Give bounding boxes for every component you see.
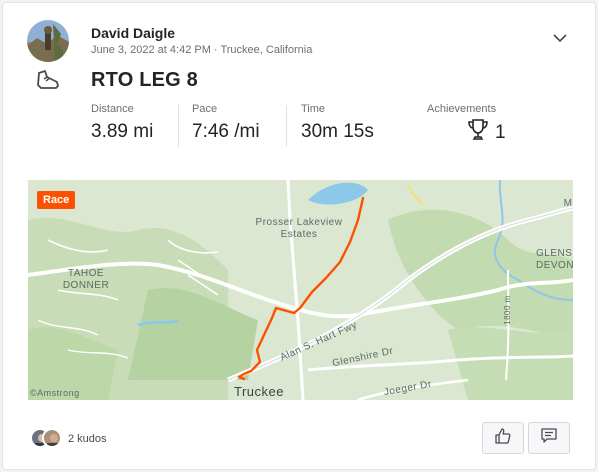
stat-pace: Pace 7:46 /mi [192,103,260,143]
activity-card: David Daigle June 3, 2022 at 4:42 PM · T… [2,2,596,470]
map-label-road-1800: 1800 m [503,295,512,325]
map-attribution[interactable]: ©Amstrong [30,387,90,399]
stat-divider [178,105,179,147]
stat-distance: Distance 3.89 mi [91,103,153,143]
stat-pace-value: 7:46 /mi [192,121,260,142]
running-shoe-icon [35,69,61,93]
chevron-down-icon[interactable] [551,29,569,47]
route-map[interactable]: Race Prosser Lakeview Estates TAHOE DONN… [28,180,573,400]
map-label-prosser: Prosser Lakeview Estates [255,217,343,240]
stat-time-label: Time [301,103,326,115]
trophy-icon [467,118,489,148]
kudo-avatar [42,428,62,448]
stat-achievements: Achievements 1 [427,103,506,148]
stat-achievements-label: Achievements [427,103,497,115]
map-label-glenshire: GLENSHIRE DEVON [536,248,573,271]
stat-pace-label: Pace [192,103,218,115]
athlete-name[interactable]: David Daigle [91,25,175,41]
stat-distance-value: 3.89 mi [91,121,154,142]
map-label-tahoe-donner: TAHOE DONNER [62,268,110,291]
achievements-value-row[interactable]: 1 [427,118,506,148]
stat-distance-label: Distance [91,103,134,115]
activity-timestamp-location: June 3, 2022 at 4:42 PM · Truckee, Calif… [91,44,313,56]
athlete-avatar[interactable] [27,20,69,62]
kudos-count[interactable]: 2 kudos [68,433,107,445]
stat-time: Time 30m 15s [301,103,374,143]
race-badge: Race [37,191,76,209]
stat-time-value: 30m 15s [301,121,374,142]
map-label-right-edge: M [563,198,573,209]
comment-icon [540,427,558,450]
thumbs-up-icon [494,427,512,450]
give-kudos-button[interactable] [482,422,524,454]
comment-button[interactable] [528,422,570,454]
achievements-count: 1 [495,122,506,143]
stat-divider [286,105,287,147]
kudos-avatars[interactable] [30,428,70,450]
map-label-truckee: Truckee [234,384,284,399]
activity-title[interactable]: RTO LEG 8 [91,69,198,92]
